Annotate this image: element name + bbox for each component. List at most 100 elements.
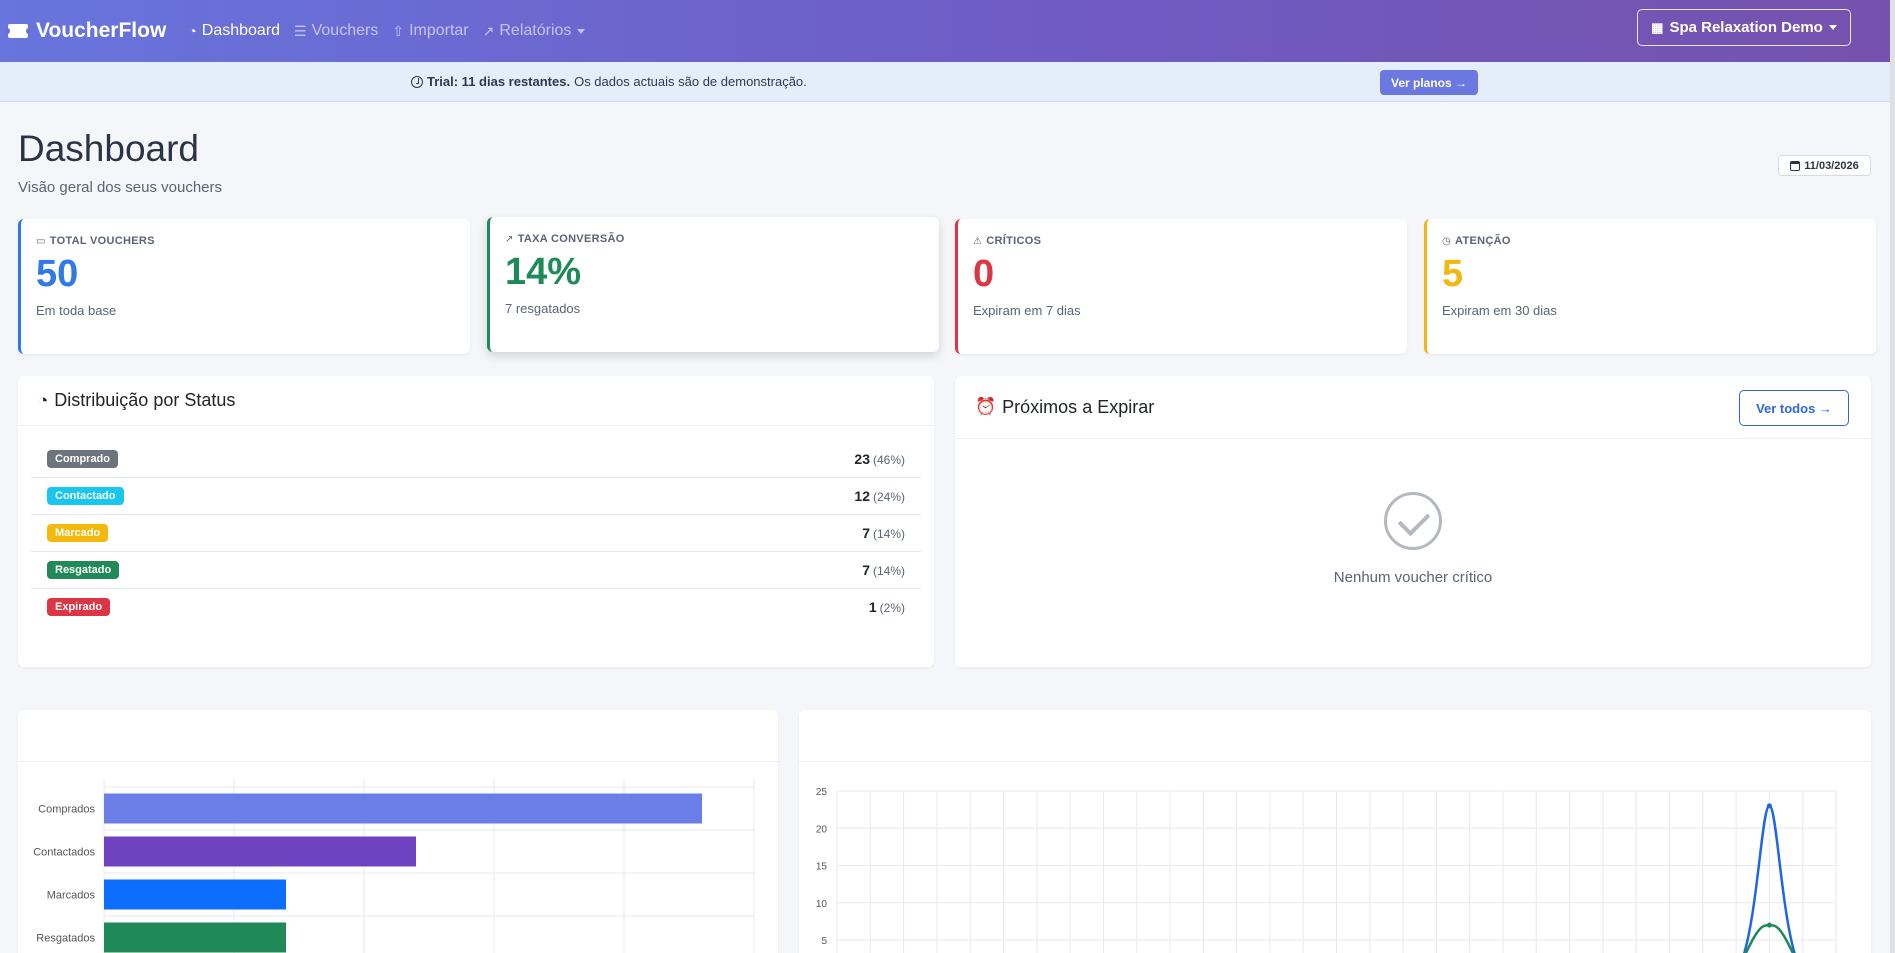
y-tick-label: 10 — [816, 899, 828, 910]
timeline-line-chart: 25 20 15 10 5 — [816, 787, 1837, 953]
stat-note: Em toda base — [36, 303, 117, 318]
graph-icon: ↗ — [482, 22, 495, 39]
list-item: Expirado 1 (2%) — [31, 589, 921, 626]
date-badge: 11/03/2026 — [1778, 155, 1871, 176]
nav-importar[interactable]: ⇧ Importar — [392, 22, 468, 40]
panel-title: Próximos a Expirar — [1002, 396, 1155, 417]
stat-card-critical: ⚠ CRÍTICOS 0 Expiram em 7 dias — [955, 219, 1407, 354]
status-count: 23 (46%) — [854, 451, 905, 467]
status-count: 12 (24%) — [854, 488, 905, 504]
status-badge: Marcado — [47, 524, 109, 542]
stat-value: 14% — [505, 251, 582, 293]
stat-label: ▭ TOTAL VOUCHERS — [36, 235, 155, 247]
company-dropdown[interactable]: ▦ Spa Relaxation Demo — [1637, 9, 1851, 46]
chart-header — [18, 710, 778, 762]
list-icon: ☰ — [294, 22, 307, 39]
bar — [104, 922, 286, 953]
stat-value: 0 — [973, 253, 995, 295]
panel-header: ◔ Distribuição por Status — [18, 376, 934, 426]
data-point — [1766, 803, 1772, 809]
tick-label: Resgatados — [36, 933, 95, 945]
stat-note: Expiram em 7 dias — [973, 303, 1081, 318]
warning-icon: ⚠ — [973, 235, 983, 247]
trial-banner: Trial: 11 dias restantes. Os dados actua… — [0, 62, 1890, 102]
speedometer-icon: ◔ — [188, 23, 197, 39]
distribution-panel: ◔ Distribuição por Status Comprado 23 (46… — [18, 376, 934, 667]
status-badge: Resgatado — [47, 561, 120, 579]
stat-label: ◷ ATENÇÃO — [1442, 235, 1511, 247]
nav-importar-label: Importar — [409, 22, 469, 39]
brand-logo[interactable]: VoucherFlow — [5, 19, 167, 43]
page-title: Dashboard — [18, 128, 200, 169]
nav-vouchers-label: Vouchers — [311, 22, 379, 39]
status-count: 7 (14%) — [862, 525, 905, 541]
stat-note: Expiram em 30 dias — [1442, 303, 1557, 318]
y-tick-label: 20 — [816, 824, 828, 835]
upload-icon: ⇧ — [392, 22, 405, 39]
see-plans-button[interactable]: Ver planos → — [1380, 70, 1478, 95]
y-tick-label: 15 — [816, 862, 828, 873]
company-name: Spa Relaxation Demo — [1669, 19, 1823, 36]
empty-state-text: Nenhum voucher crítico — [1333, 569, 1493, 586]
stat-label: ⚠ CRÍTICOS — [973, 235, 1042, 247]
nav-dashboard-label: Dashboard — [201, 22, 281, 39]
clock-icon: ◷ — [1442, 235, 1452, 247]
trial-days: Trial: 11 dias restantes. — [427, 74, 571, 89]
chart-header — [799, 710, 1871, 762]
stat-value: 50 — [36, 253, 79, 295]
check-circle-icon — [1384, 492, 1442, 550]
stat-label: ↗ TAXA CONVERSÃO — [505, 233, 625, 245]
stat-note: 7 resgatados — [505, 301, 581, 316]
graph-up-icon: ↗ — [505, 233, 514, 245]
status-bar-chart-panel: Comprados Contactados Marcados Resgatados — [18, 710, 778, 953]
page-subtitle: Visão geral dos seus vouchers — [18, 179, 223, 196]
brand-name: VoucherFlow — [36, 19, 167, 42]
panel-header: ⏰ Próximos a Expirar — [955, 376, 1871, 439]
bar — [104, 793, 702, 824]
nav-relatorios-label: Relatórios — [499, 22, 572, 39]
bar — [104, 879, 286, 910]
building-icon: ▦ — [1651, 19, 1664, 35]
y-tick-label: 25 — [816, 787, 828, 798]
nav-dashboard[interactable]: ◔ Dashboard — [188, 22, 280, 40]
chevron-down-icon — [1828, 25, 1837, 30]
status-badge: Contactado — [47, 487, 124, 505]
nav-vouchers[interactable]: ☰ Vouchers — [294, 22, 378, 40]
stat-card-total: ▭ TOTAL VOUCHERS 50 Em toda base — [18, 219, 470, 354]
ticket-icon: ▭ — [36, 235, 46, 247]
ticket-icon — [5, 24, 31, 38]
chevron-down-icon — [577, 28, 586, 34]
stat-card-conversion: ↗ TAXA CONVERSÃO 14% 7 resgatados — [487, 217, 939, 352]
trial-message: Trial: 11 dias restantes. Os dados actua… — [411, 74, 807, 89]
alarm-icon: ⏰ — [975, 397, 997, 416]
status-count: 1 (2%) — [868, 599, 905, 615]
timeline-line-chart-panel: 25 20 15 10 5 — [799, 710, 1871, 953]
list-item: Comprado 23 (46%) — [31, 441, 921, 478]
see-all-button[interactable]: Ver todos → — [1739, 390, 1849, 426]
status-bar-chart: Comprados Contactados Marcados Resgatados — [33, 779, 755, 953]
stat-value: 5 — [1442, 253, 1464, 295]
top-navbar: VoucherFlow ◔ Dashboard ☰ Vouchers ⇧ Imp… — [0, 0, 1895, 62]
nav-relatorios[interactable]: ↗ Relatórios — [483, 22, 586, 40]
status-badge: Expirado — [47, 598, 111, 616]
date-text: 11/03/2026 — [1804, 159, 1859, 172]
pie-chart-icon: ◔ — [38, 390, 49, 410]
list-item: Contactado 12 (24%) — [31, 478, 921, 515]
tick-label: Contactados — [33, 847, 95, 859]
status-count: 7 (14%) — [862, 562, 905, 578]
panel-title: Distribuição por Status — [54, 390, 236, 410]
expiring-panel: ⏰ Próximos a Expirar Ver todos → Nenhum … — [955, 376, 1871, 667]
stat-card-attention: ◷ ATENÇÃO 5 Expiram em 30 dias — [1424, 219, 1876, 354]
list-item: Resgatado 7 (14%) — [31, 552, 921, 589]
y-tick-label: 5 — [821, 936, 827, 947]
calendar-icon — [1790, 160, 1801, 171]
list-item: Marcado 7 (14%) — [31, 515, 921, 552]
data-point — [1766, 922, 1772, 928]
bar — [104, 836, 416, 867]
clock-icon — [411, 75, 423, 88]
tick-label: Marcados — [47, 890, 96, 902]
scrollbar[interactable] — [1890, 0, 1895, 953]
tick-label: Comprados — [38, 804, 95, 816]
trial-text: Os dados actuais são de demonstração. — [574, 74, 807, 89]
status-badge: Comprado — [47, 450, 118, 468]
